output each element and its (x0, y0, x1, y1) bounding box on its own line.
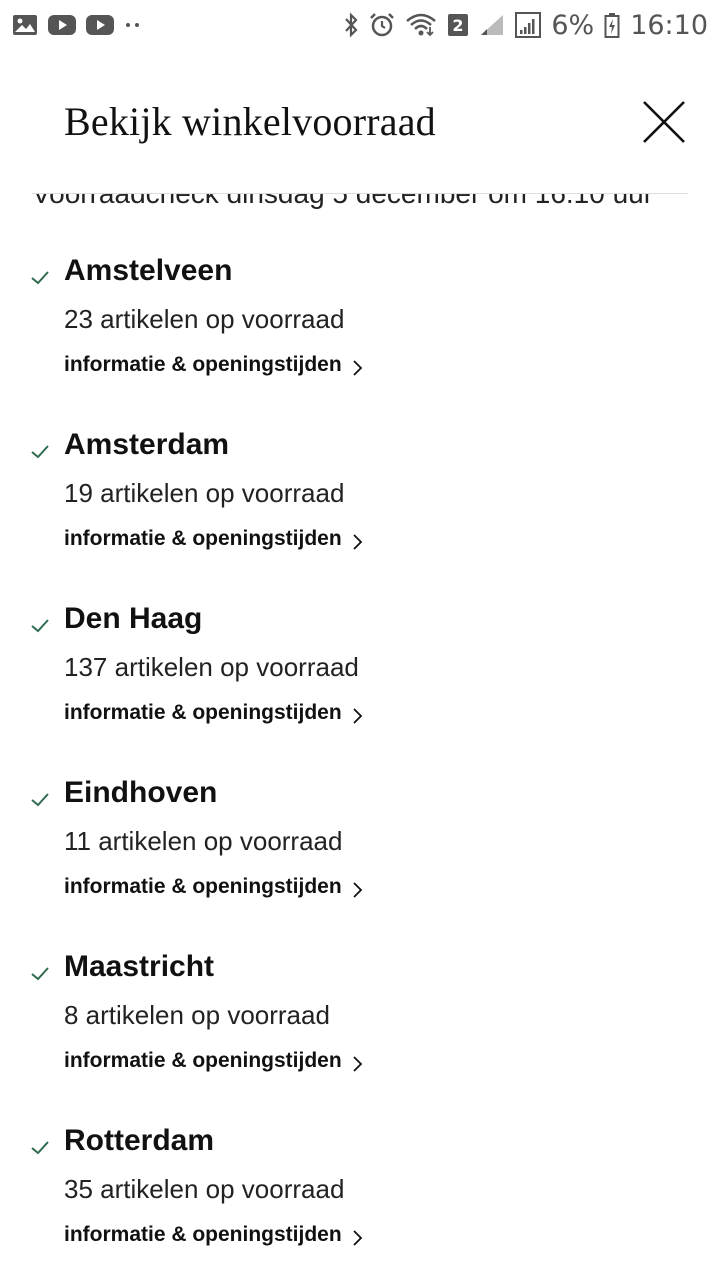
store-stock: 8 artikelen op voorraad (64, 1000, 330, 1030)
store-info-label: informatie & openingstijden (64, 875, 342, 898)
bluetooth-icon (343, 12, 359, 38)
store-info-link[interactable]: informatie & openingstijden (64, 700, 364, 726)
stock-check-date: Voorraadcheck dinsdag 5 december om 16.1… (32, 194, 653, 210)
store-name: Amstelveen (64, 254, 233, 287)
store-info-label: informatie & openingstijden (64, 353, 342, 376)
store-info-label: informatie & openingstijden (64, 527, 342, 550)
youtube-icon (86, 14, 114, 36)
check-icon (31, 619, 49, 633)
store-name: Rotterdam (64, 1124, 215, 1157)
check-icon (31, 793, 49, 807)
store-item: Den Haag 137 artikelen op voorraad infor… (0, 602, 720, 782)
chevron-right-icon (352, 1054, 364, 1074)
store-info-link[interactable]: informatie & openingstijden (64, 1222, 364, 1248)
store-info-link[interactable]: informatie & openingstijden (64, 874, 364, 900)
youtube-icon (48, 14, 76, 36)
status-bar-right: 2 6% 16:10 (343, 10, 708, 41)
sim2-badge-text: 2 (453, 16, 464, 35)
store-info-label: informatie & openingstijden (64, 1049, 342, 1072)
store-stock: 35 artikelen op voorraad (64, 1174, 345, 1204)
store-name: Eindhoven (64, 776, 218, 809)
store-item: Amsterdam 19 artikelen op voorraad infor… (0, 428, 720, 608)
chevron-right-icon (352, 532, 364, 552)
signal-icon (479, 13, 505, 37)
clock: 16:10 (630, 9, 708, 41)
chevron-right-icon (352, 880, 364, 900)
store-stock: 137 artikelen op voorraad (64, 652, 359, 682)
battery-percentage: 6% (551, 9, 595, 41)
signal-icon (515, 12, 542, 38)
wifi-icon (405, 13, 437, 37)
sim2-icon: 2 (447, 13, 469, 37)
more-dots-icon (124, 14, 142, 36)
close-button[interactable] (636, 94, 692, 150)
gallery-icon (12, 14, 38, 36)
store-name: Amsterdam (64, 428, 230, 461)
store-name: Maastricht (64, 950, 215, 983)
store-item: Rotterdam 35 artikelen op voorraad infor… (0, 1124, 720, 1280)
status-bar-left (12, 14, 142, 36)
check-icon (31, 1141, 49, 1155)
battery-charging-icon (604, 12, 620, 38)
store-info-link[interactable]: informatie & openingstijden (64, 352, 364, 378)
store-item: Maastricht 8 artikelen op voorraad infor… (0, 950, 720, 1130)
check-icon (31, 445, 49, 459)
check-icon (31, 967, 49, 981)
store-stock: 11 artikelen op voorraad (64, 826, 343, 856)
store-info-label: informatie & openingstijden (64, 1223, 342, 1246)
store-list[interactable]: Voorraadcheck dinsdag 5 december om 16.1… (0, 194, 720, 1280)
chevron-right-icon (352, 1228, 364, 1248)
store-name: Den Haag (64, 602, 203, 635)
store-stock: 19 artikelen op voorraad (64, 478, 345, 508)
store-stock: 23 artikelen op voorraad (64, 304, 345, 334)
store-info-link[interactable]: informatie & openingstijden (64, 1048, 364, 1074)
store-item: Amstelveen 23 artikelen op voorraad info… (0, 254, 720, 434)
dialog-header: Bekijk winkelvoorraad (0, 50, 720, 190)
status-bar: 2 6% 16:10 (0, 0, 720, 50)
alarm-icon (369, 12, 395, 38)
close-icon (643, 101, 685, 143)
store-info-link[interactable]: informatie & openingstijden (64, 526, 364, 552)
check-icon (31, 271, 49, 285)
chevron-right-icon (352, 706, 364, 726)
page-title: Bekijk winkelvoorraad (64, 99, 436, 144)
store-info-label: informatie & openingstijden (64, 701, 342, 724)
chevron-right-icon (352, 358, 364, 378)
store-item: Eindhoven 11 artikelen op voorraad infor… (0, 776, 720, 956)
